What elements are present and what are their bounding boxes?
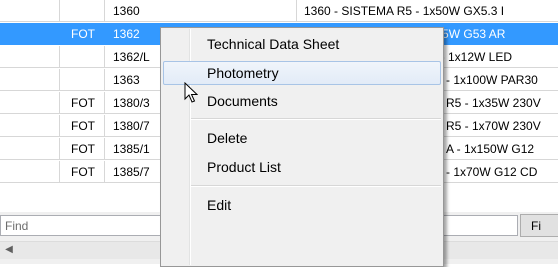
- tag-cell[interactable]: [60, 46, 105, 68]
- tag-cell[interactable]: [60, 0, 105, 22]
- find-button[interactable]: Fi: [520, 214, 558, 237]
- tag-cell[interactable]: FOT: [60, 23, 105, 45]
- table-row[interactable]: 1360 1360 - SISTEMA R5 - 1x50W GX5.3 I: [0, 0, 558, 23]
- menu-item-photometry[interactable]: Photometry: [163, 61, 441, 85]
- scroll-left-arrow-icon[interactable]: ◀: [2, 243, 16, 257]
- tag-cell[interactable]: [60, 69, 105, 91]
- description-cell[interactable]: 1360 - SISTEMA R5 - 1x50W GX5.3 I: [297, 0, 558, 22]
- code-cell[interactable]: 1360: [105, 0, 297, 22]
- menu-separator: [191, 185, 441, 187]
- tag-cell[interactable]: FOT: [60, 92, 105, 114]
- context-menu: Technical Data Sheet Photometry Document…: [160, 27, 444, 267]
- menu-item-technical-data-sheet[interactable]: Technical Data Sheet: [163, 32, 441, 56]
- tag-cell[interactable]: FOT: [60, 138, 105, 160]
- menu-item-edit[interactable]: Edit: [163, 193, 441, 217]
- row-marker-cell[interactable]: [0, 138, 60, 160]
- menu-item-delete[interactable]: Delete: [163, 126, 441, 150]
- menu-item-product-list[interactable]: Product List: [163, 155, 441, 179]
- row-marker-cell[interactable]: [0, 69, 60, 91]
- tag-cell[interactable]: FOT: [60, 161, 105, 183]
- row-marker-cell[interactable]: [0, 0, 60, 22]
- menu-item-documents[interactable]: Documents: [163, 89, 441, 113]
- row-marker-cell[interactable]: [0, 23, 60, 45]
- row-marker-cell[interactable]: [0, 115, 60, 137]
- row-marker-cell[interactable]: [0, 161, 60, 183]
- row-marker-cell[interactable]: [0, 92, 60, 114]
- row-marker-cell[interactable]: [0, 46, 60, 68]
- tag-cell[interactable]: FOT: [60, 115, 105, 137]
- mouse-pointer-icon: [184, 82, 198, 103]
- menu-separator: [191, 118, 441, 120]
